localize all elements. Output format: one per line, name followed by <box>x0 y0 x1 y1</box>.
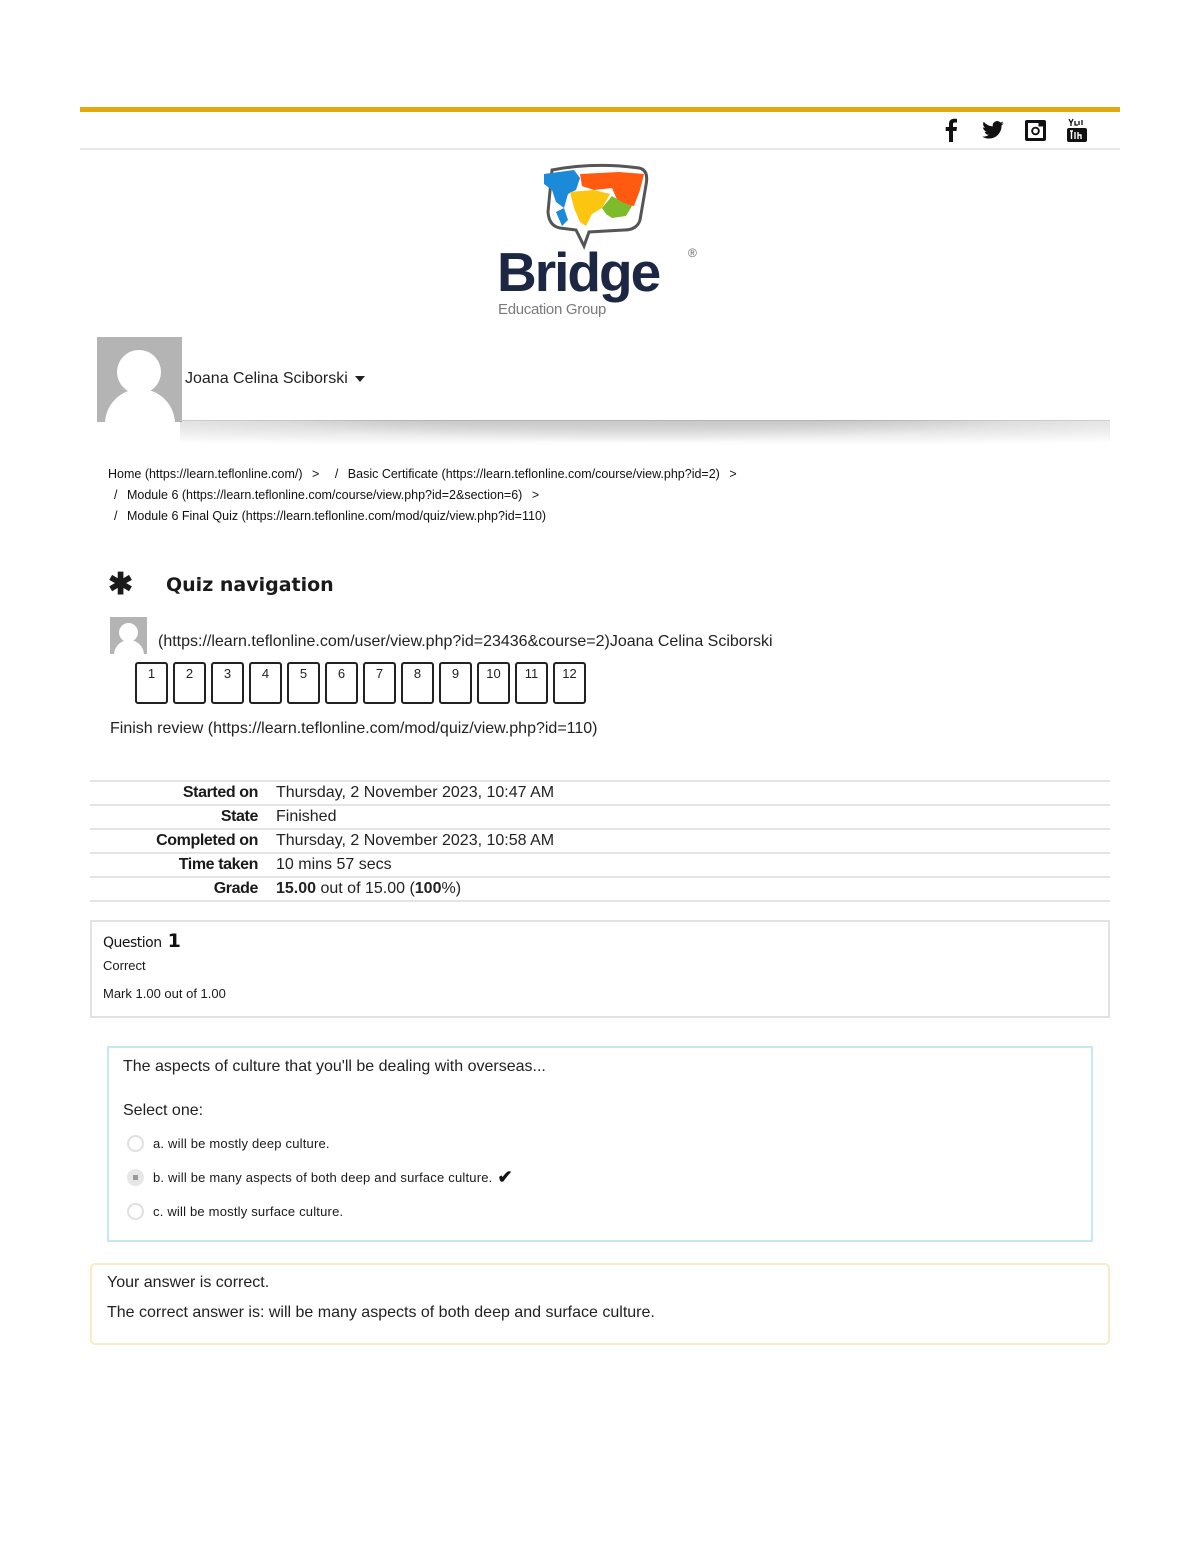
facebook-icon[interactable] <box>938 116 964 144</box>
table-row: Completed on Thursday, 2 November 2023, … <box>90 829 1110 853</box>
logo-wordmark: Bridge <box>497 241 661 303</box>
question-button[interactable]: 2 <box>173 662 206 704</box>
question-button[interactable]: 10 <box>477 662 510 704</box>
question-number: Question 1 <box>103 930 1097 952</box>
grade-out-of: out of 15.00 ( <box>316 880 415 897</box>
question-formulation: The aspects of culture that you'll be de… <box>107 1046 1093 1242</box>
bridge-logo[interactable]: Bridge ® Education Group <box>494 160 708 324</box>
user-menu-bar: Joana Celina Sciborski <box>97 337 1107 422</box>
breadcrumb-slash: / <box>114 488 118 502</box>
breadcrumb: Home (https://learn.teflonline.com/) > /… <box>108 464 743 527</box>
question-info: Question 1 Correct Mark 1.00 out of 1.00 <box>90 920 1110 1018</box>
summary-value: 10 mins 57 secs <box>276 856 392 873</box>
radio-button[interactable] <box>127 1202 144 1220</box>
user-menu-toggle[interactable]: Joana Celina Sciborski <box>185 370 365 388</box>
summary-value: Thursday, 2 November 2023, 10:47 AM <box>276 784 555 801</box>
world-map-speech-bubble-icon <box>544 163 649 250</box>
grade-value: 15.00 out of 15.00 (100%) <box>258 877 1110 901</box>
question-button[interactable]: 5 <box>287 662 320 704</box>
instagram-icon[interactable] <box>1022 116 1048 144</box>
grade-suffix: %) <box>441 880 462 897</box>
summary-label: Time taken <box>178 856 259 873</box>
attempt-summary-table: Started on Thursday, 2 November 2023, 10… <box>90 780 1110 902</box>
question-text: The aspects of culture that you'll be de… <box>123 1058 546 1075</box>
summary-value: Finished <box>276 808 337 825</box>
caret-down-icon <box>354 376 365 382</box>
avatar-body-shape <box>114 640 144 654</box>
answer-feedback: Your answer is correct. The correct answ… <box>90 1263 1110 1345</box>
question-state: Correct <box>103 958 146 973</box>
summary-label: Grade <box>213 880 259 897</box>
question-button[interactable]: 9 <box>439 662 472 704</box>
question-button[interactable]: 11 <box>515 662 548 704</box>
radio-button-checked[interactable] <box>127 1168 144 1186</box>
answer-options: a. will be mostly deep culture. b. will … <box>123 1126 1077 1228</box>
chevron-right-icon: > <box>531 488 540 502</box>
table-row: Started on Thursday, 2 November 2023, 10… <box>90 781 1110 805</box>
quiz-navigation-header: ✱ Quiz navigation <box>108 568 334 601</box>
answer-label: b. will be many aspects of both deep and… <box>153 1169 493 1185</box>
user-avatar[interactable] <box>97 337 182 422</box>
finish-review-link[interactable]: Finish review (https://learn.teflonline.… <box>110 720 598 738</box>
answer-option-a[interactable]: a. will be mostly deep culture. <box>123 1126 1077 1160</box>
breadcrumb-slash: / <box>114 509 118 523</box>
question-number-value: 1 <box>167 930 181 952</box>
header-accent-bar <box>80 107 1120 112</box>
grade-score: 15.00 <box>276 880 317 897</box>
answer-label: a. will be mostly deep culture. <box>153 1135 330 1151</box>
question-button[interactable]: 4 <box>249 662 282 704</box>
summary-label: Completed on <box>156 832 258 849</box>
chevron-right-icon: > <box>729 467 737 481</box>
answer-label: c. will be mostly surface culture. <box>153 1203 344 1219</box>
question-button[interactable]: 8 <box>401 662 434 704</box>
summary-label: Started on <box>182 784 259 801</box>
avatar-body-shape <box>105 389 175 422</box>
user-name: Joana Celina Sciborski <box>185 370 348 387</box>
grade-percent: 100 <box>414 880 442 897</box>
logo-subtitle: Education Group <box>498 301 607 318</box>
summary-label: State <box>220 808 259 825</box>
header-divider <box>80 148 1120 150</box>
feedback-result: Your answer is correct. <box>107 1274 270 1291</box>
table-row: State Finished <box>90 805 1110 829</box>
table-row: Grade 15.00 out of 15.00 (100%) <box>90 877 1110 901</box>
question-buttons: 1 2 3 4 5 6 7 8 9 10 11 12 <box>135 662 591 704</box>
answer-option-b[interactable]: b. will be many aspects of both deep and… <box>123 1160 1077 1194</box>
breadcrumb-basic-certificate[interactable]: Basic Certificate (https://learn.teflonl… <box>348 467 720 481</box>
answer-option-c[interactable]: c. will be mostly surface culture. <box>123 1194 1077 1228</box>
breadcrumb-module-6[interactable]: Module 6 (https://learn.teflonline.com/c… <box>127 488 522 502</box>
user-avatar-small[interactable] <box>110 617 147 654</box>
user-profile-link[interactable]: (https://learn.teflonline.com/user/view.… <box>158 633 773 651</box>
select-one-prompt: Select one: <box>123 1102 204 1119</box>
question-button[interactable]: 6 <box>325 662 358 704</box>
question-button[interactable]: 3 <box>211 662 244 704</box>
question-label: Question <box>103 935 162 951</box>
youtube-icon[interactable] <box>1064 116 1090 144</box>
chevron-right-icon: > <box>312 467 320 481</box>
social-links <box>930 116 1100 144</box>
header-shadow <box>180 420 1110 450</box>
breadcrumb-final-quiz[interactable]: Module 6 Final Quiz (https://learn.teflo… <box>127 509 546 523</box>
breadcrumb-slash: / <box>334 467 339 481</box>
question-mark: Mark 1.00 out of 1.00 <box>103 986 226 1001</box>
quiz-navigation-title: Quiz navigation <box>166 574 334 596</box>
question-button[interactable]: 1 <box>135 662 168 704</box>
question-button[interactable]: 12 <box>553 662 586 704</box>
radio-button[interactable] <box>127 1134 144 1152</box>
registered-mark: ® <box>688 246 697 260</box>
table-row: Time taken 10 mins 57 secs <box>90 853 1110 877</box>
summary-value: Thursday, 2 November 2023, 10:58 AM <box>276 832 555 849</box>
twitter-icon[interactable] <box>980 116 1006 144</box>
avatar-head-shape <box>117 350 161 394</box>
feedback-correct-answer: The correct answer is: will be many aspe… <box>107 1304 655 1321</box>
asterisk-icon: ✱ <box>108 568 134 601</box>
checkmark-icon: ✔ <box>497 1166 513 1187</box>
breadcrumb-home[interactable]: Home (https://learn.teflonline.com/) <box>108 467 303 481</box>
question-button[interactable]: 7 <box>363 662 396 704</box>
